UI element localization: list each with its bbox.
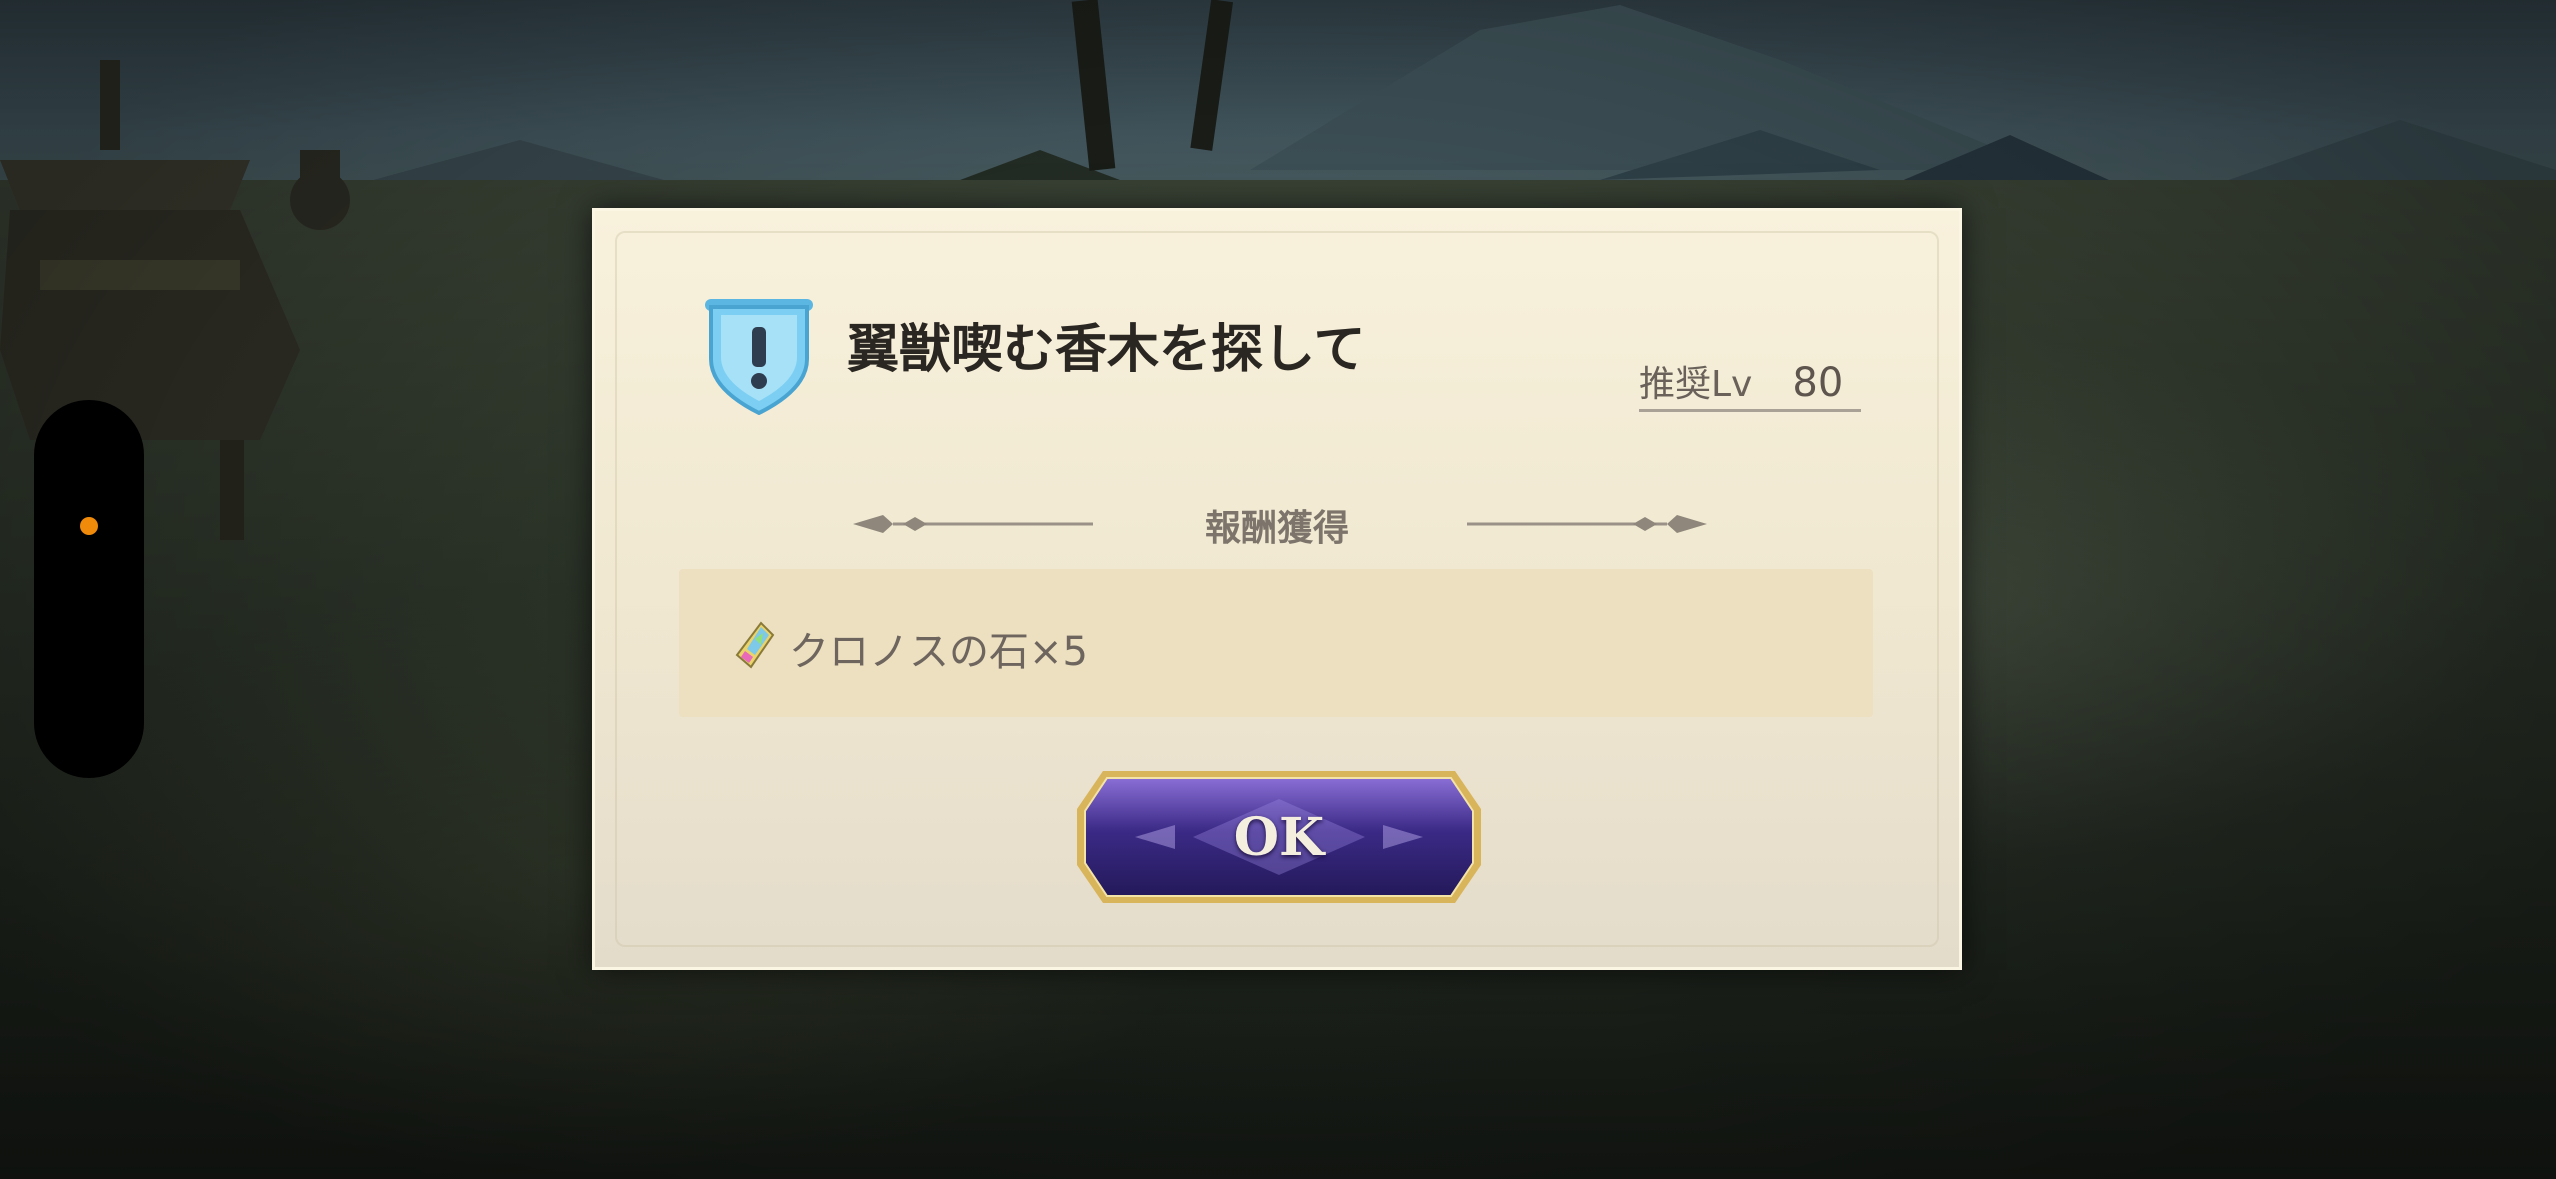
side-indicator-dot <box>80 517 98 535</box>
quest-reward-dialog: 翼獣喫む香木を探して 推奨Lv 80 報酬獲得 クロノスの石×5 OK <box>592 208 1962 970</box>
ok-button-label: OK <box>1233 806 1325 868</box>
reward-list: クロノスの石×5 <box>679 569 1873 717</box>
side-indicator-bar[interactable] <box>34 400 144 778</box>
recommended-level: 推奨Lv 80 <box>1639 355 1861 412</box>
recommended-level-value: 80 <box>1792 360 1844 406</box>
right-flourish-divider <box>1467 515 1707 533</box>
quest-alert-icon <box>705 299 813 415</box>
ok-button[interactable]: OK <box>1075 769 1483 905</box>
recommended-level-label: 推奨Lv <box>1639 364 1753 405</box>
chronos-stone-icon <box>735 621 775 669</box>
reward-item-text: クロノスの石×5 <box>789 629 1088 675</box>
reward-heading: 報酬獲得 <box>1204 508 1349 549</box>
quest-title: 翼獣喫む香木を探して <box>847 319 1366 380</box>
